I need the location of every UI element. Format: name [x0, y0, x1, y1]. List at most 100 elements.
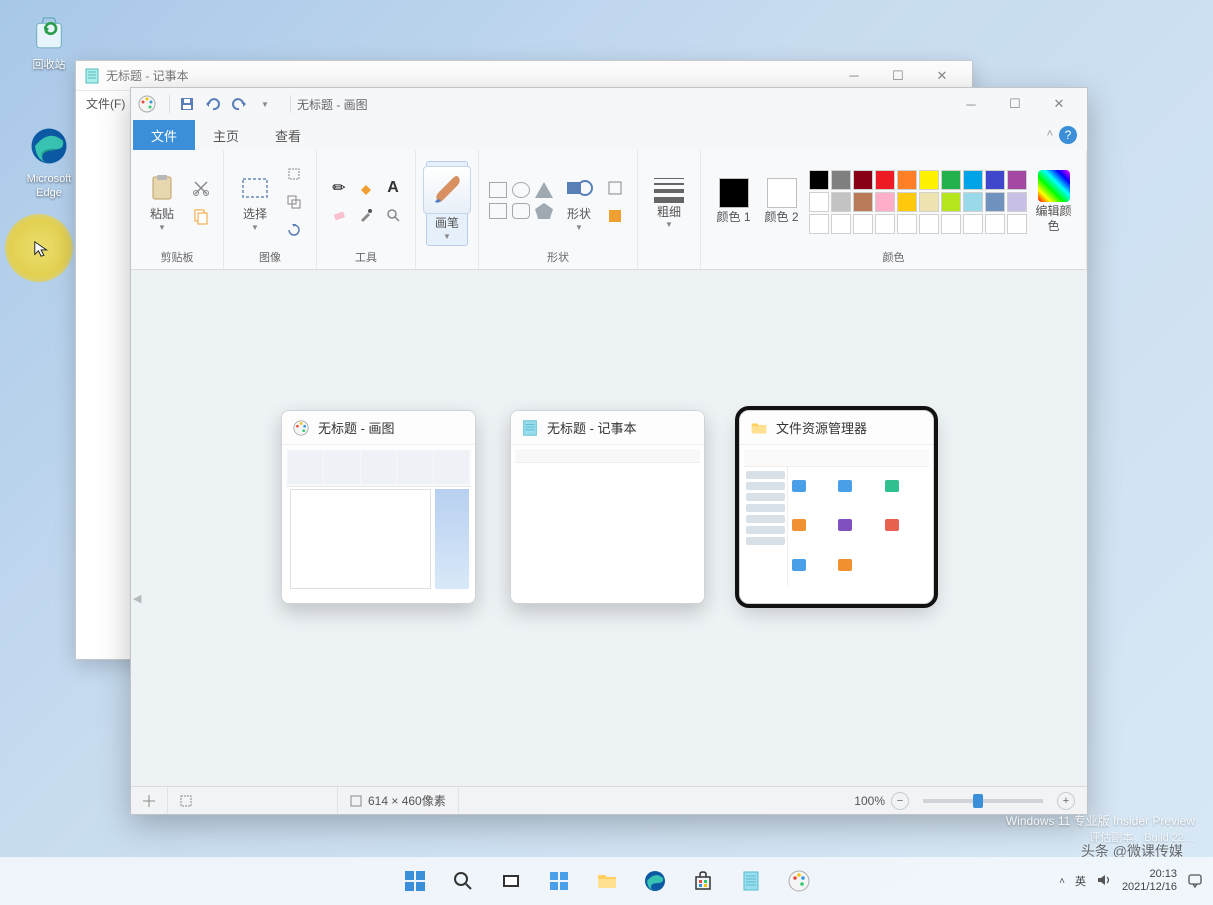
brush-button[interactable]: 画笔 ▼ — [426, 161, 468, 245]
color-swatch[interactable] — [985, 214, 1005, 234]
magnifier-tool[interactable] — [381, 203, 405, 227]
notepad-close-button[interactable]: ✕ — [920, 61, 964, 91]
shapes-gallery[interactable] — [489, 182, 555, 221]
paint-canvas-area[interactable]: ◀ 无标题 - 画图 无标题 - 记事本 — [131, 270, 1087, 786]
taskview-button[interactable] — [491, 861, 531, 901]
color1-button[interactable]: 颜色 1 — [713, 178, 755, 224]
ime-indicator[interactable]: 英 — [1075, 873, 1086, 889]
notepad-minimize-button[interactable]: ─ — [832, 61, 876, 91]
zoom-in-button[interactable]: + — [1057, 792, 1075, 810]
color-swatch[interactable] — [1007, 170, 1027, 190]
color-swatch[interactable] — [1007, 214, 1027, 234]
taskbar-edge[interactable] — [635, 861, 675, 901]
tray-date[interactable]: 2021/12/16 — [1122, 881, 1177, 894]
qat-save-button[interactable] — [176, 93, 198, 115]
color-swatch[interactable] — [897, 214, 917, 234]
crop-button[interactable] — [282, 162, 306, 186]
picker-tool[interactable] — [354, 203, 378, 227]
color-swatch[interactable] — [875, 192, 895, 212]
text-tool[interactable]: A — [381, 176, 405, 200]
widgets-button[interactable] — [539, 861, 579, 901]
help-button[interactable]: ? — [1059, 126, 1077, 144]
zoom-slider[interactable] — [923, 799, 1043, 803]
resize-button[interactable] — [282, 190, 306, 214]
color-swatch[interactable] — [963, 170, 983, 190]
color-swatch[interactable] — [919, 192, 939, 212]
taskbar[interactable]: ˄ 英 20:13 2021/12/16 — [0, 857, 1213, 905]
paste-button[interactable]: 粘贴 ▼ — [141, 171, 183, 231]
desktop-edge[interactable]: Microsoft Edge — [14, 124, 84, 201]
tray-time[interactable]: 20:13 — [1122, 868, 1177, 881]
paint-titlebar[interactable]: ▼ 无标题 - 画图 ─ ☐ ✕ — [131, 88, 1087, 120]
paint-minimize-button[interactable]: ─ — [949, 89, 993, 119]
copy-button[interactable] — [189, 204, 213, 228]
search-button[interactable] — [443, 861, 483, 901]
desktop-recycle-bin[interactable]: 回收站 — [14, 10, 84, 72]
size-button[interactable]: 粗细 ▼ — [648, 178, 690, 229]
paint-window[interactable]: ▼ 无标题 - 画图 ─ ☐ ✕ 文件 主页 查看 ˄ ? 粘贴 ▼ — [130, 87, 1088, 815]
eraser-tool[interactable] — [327, 203, 351, 227]
shape-outline-button[interactable] — [603, 176, 627, 200]
color-swatch[interactable] — [985, 192, 1005, 212]
tab-home[interactable]: 主页 — [195, 120, 257, 150]
tab-view[interactable]: 查看 — [257, 120, 319, 150]
taskbar-explorer[interactable] — [587, 861, 627, 901]
shapes-dropdown[interactable]: 形状 ▼ — [561, 171, 597, 231]
taskbar-store[interactable] — [683, 861, 723, 901]
color-swatch[interactable] — [853, 192, 873, 212]
paint-maximize-button[interactable]: ☐ — [993, 89, 1037, 119]
color-swatch[interactable] — [897, 170, 917, 190]
color-swatch[interactable] — [941, 192, 961, 212]
color-swatch[interactable] — [831, 170, 851, 190]
start-button[interactable] — [395, 861, 435, 901]
zoom-out-button[interactable]: − — [891, 792, 909, 810]
color-swatch[interactable] — [963, 214, 983, 234]
tab-file[interactable]: 文件 — [133, 120, 195, 150]
system-tray[interactable]: ˄ 英 20:13 2021/12/16 — [1059, 868, 1203, 894]
color-swatch[interactable] — [853, 214, 873, 234]
edit-colors-button[interactable]: 编辑颜色 — [1033, 170, 1075, 233]
alttab-notepad-title: 无标题 - 记事本 — [547, 418, 637, 437]
alttab-explorer[interactable]: 文件资源管理器 — [739, 410, 934, 604]
alttab-notepad[interactable]: 无标题 - 记事本 — [510, 410, 705, 604]
color-swatch[interactable] — [963, 192, 983, 212]
color-swatch[interactable] — [831, 192, 851, 212]
cut-button[interactable] — [189, 176, 213, 200]
qat-redo-button[interactable] — [228, 93, 250, 115]
collapse-ribbon-button[interactable]: ˄ — [1047, 128, 1053, 150]
volume-icon[interactable] — [1096, 872, 1112, 891]
notepad-icon — [521, 419, 539, 437]
qat-undo-button[interactable] — [202, 93, 224, 115]
color-swatch[interactable] — [985, 170, 1005, 190]
paint-close-button[interactable]: ✕ — [1037, 89, 1081, 119]
color-swatch[interactable] — [809, 192, 829, 212]
color-swatch[interactable] — [853, 170, 873, 190]
pencil-tool[interactable]: ✏ — [327, 176, 351, 200]
color-swatch[interactable] — [1007, 192, 1027, 212]
qat-customize-button[interactable]: ▼ — [254, 93, 276, 115]
color2-button[interactable]: 颜色 2 — [761, 178, 803, 224]
notepad-icon — [84, 68, 100, 84]
alttab-paint[interactable]: 无标题 - 画图 — [281, 410, 476, 604]
color-swatch[interactable] — [941, 214, 961, 234]
taskbar-notepad[interactable] — [731, 861, 771, 901]
color-swatch[interactable] — [809, 170, 829, 190]
notepad-maximize-button[interactable]: ☐ — [876, 61, 920, 91]
scroll-left-icon[interactable]: ◀ — [133, 592, 147, 606]
color-swatch[interactable] — [875, 214, 895, 234]
color-swatch[interactable] — [897, 192, 917, 212]
notification-icon[interactable] — [1187, 872, 1203, 891]
color-swatch[interactable] — [941, 170, 961, 190]
fill-tool[interactable] — [354, 176, 378, 200]
ribbon-group-shapes: 形状 ▼ 形状 — [479, 150, 638, 269]
tray-overflow-button[interactable]: ˄ — [1059, 876, 1065, 887]
taskbar-paint[interactable] — [779, 861, 819, 901]
color-swatch[interactable] — [919, 170, 939, 190]
color-swatch[interactable] — [809, 214, 829, 234]
rotate-button[interactable] — [282, 218, 306, 242]
color-swatch[interactable] — [831, 214, 851, 234]
color-swatch[interactable] — [875, 170, 895, 190]
shape-fill-button[interactable] — [603, 204, 627, 228]
select-button[interactable]: 选择 ▼ — [234, 171, 276, 231]
color-swatch[interactable] — [919, 214, 939, 234]
